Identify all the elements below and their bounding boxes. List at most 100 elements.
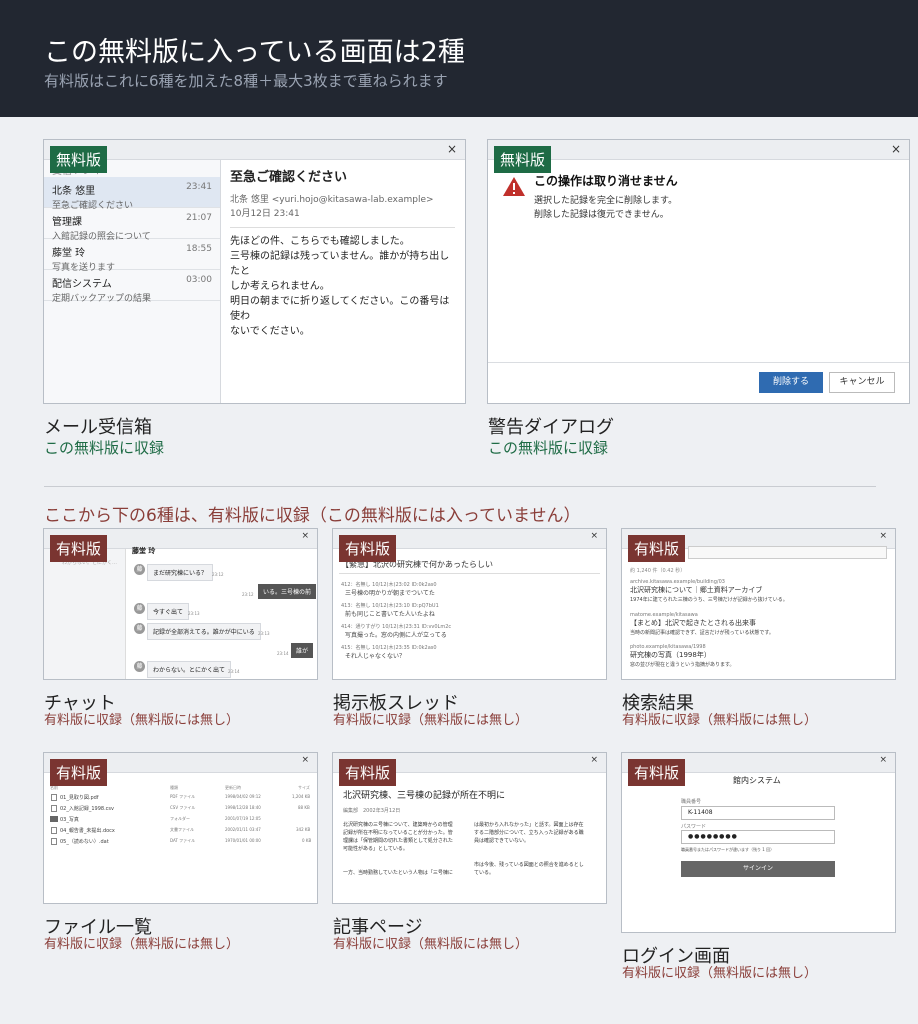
result-title[interactable]: 研究棟の写真（1998年） (630, 650, 711, 660)
card-title: メール受信箱 (44, 417, 152, 438)
close-icon[interactable]: × (879, 755, 887, 765)
file-date: 2002/01/11 03:47 (225, 827, 261, 832)
mail-list-item[interactable]: 北条 悠里 23:41 至急ご確認ください (44, 177, 220, 211)
mail-body-line: ないでください。 (230, 326, 310, 337)
divider (339, 573, 600, 574)
file-type: フォルダー (170, 816, 190, 821)
result-title[interactable]: 北沢研究棟について｜郷土資料アーカイブ (630, 585, 762, 595)
free-badge: 無料版 (494, 146, 552, 173)
mail-body-line: 明日の朝までに折り返してください。この番号は使わ (230, 296, 450, 322)
paid-badge: 有料版 (339, 535, 397, 562)
message-time: 23:12 (212, 572, 224, 577)
chat-sidebar: わからない。とにかく… (44, 549, 126, 679)
close-icon[interactable]: × (879, 531, 887, 541)
file-type: DAT ファイル (170, 838, 196, 843)
cancel-button[interactable]: キャンセル (829, 372, 895, 393)
chat-message: 今すぐ出て (147, 603, 190, 620)
mail-list-item[interactable]: 管理課 21:07 入館記録の照会について (44, 208, 220, 242)
column-header: 更新日時 (225, 785, 241, 790)
paid-badge: 有料版 (50, 535, 108, 562)
close-icon[interactable]: × (447, 142, 457, 156)
chat-message: わからない。とにかく出て (147, 661, 232, 678)
mail-time: 18:55 (186, 244, 212, 254)
mail-time: 21:07 (186, 213, 212, 223)
article-line (474, 845, 602, 853)
warning-dialog-card: × 無料版 この操作は取り消せません 選択した記録を完全に削除します。 削除した… (487, 139, 910, 404)
article-line: する二階部分について、立ち入った記録がある職 (474, 830, 584, 836)
paid-badge: 有料版 (339, 759, 397, 786)
chat-card: × 有料版 わからない。とにかく… 藤堂 玲 藤 まだ研究棟にいる？ 23:12… (43, 528, 318, 680)
file-name[interactable]: 01_見取り図.pdf (60, 794, 99, 801)
mail-list-item[interactable]: 藤堂 玲 18:55 写真を送ります (44, 239, 220, 273)
login-screen-card: × 有料版 館内システム 職員番号 K-11408 パスワード ●●●●●●●●… (621, 752, 896, 933)
page-header: この無料版に入っている画面は2種 有料版はこれに6種を加えた8種＋最大3枚まで重… (0, 0, 918, 117)
file-date: 1998/04/02 09:12 (225, 794, 261, 799)
divider (230, 227, 455, 228)
avatar: 藤 (134, 564, 145, 575)
file-date: 1998/12/28 18:40 (225, 805, 261, 810)
file-list-card: × 有料版 名前 種類 更新日時 サイズ 01_見取り図.pdf PDF ファイ… (43, 752, 318, 904)
article-line: ている。 (474, 870, 495, 876)
file-name[interactable]: 05_（読めない）.dat (60, 838, 109, 845)
search-results-card: × 有料版 約 1,240 件（0.42 秒） archive.kitasawa… (621, 528, 896, 680)
card-note: 有料版に収録（無料版には無し） (622, 966, 818, 981)
close-icon[interactable]: × (301, 755, 309, 765)
search-input[interactable] (688, 546, 887, 559)
file-size: 88 KB (298, 805, 310, 810)
article-meta: 編集部 2002年3月12日 (343, 808, 401, 814)
mail-body-line: 三号棟の記録は残っていません。誰かが持ち出したと (230, 251, 450, 277)
warning-icon (503, 177, 525, 196)
password-label: パスワード (681, 824, 707, 830)
post-header: 415：名無し 10/12(木)23:35 ID:0k2as0 (341, 645, 437, 651)
file-name[interactable]: 04_報告書_未提出.docx (60, 827, 115, 834)
mail-subject: 定期バックアップの結果 (52, 294, 152, 304)
card-note: 有料版に収録（無料版には無し） (44, 937, 240, 952)
message-time: 23:13 (188, 611, 200, 616)
post-body: 前も同じこと書いてた人いたよね (345, 611, 435, 618)
article-column-left: 北沢研究棟の三号棟について、建築時からの管理 記録が所在不明になっていることが分… (343, 821, 468, 877)
mail-body-title: 至急ご確認ください (230, 170, 348, 185)
file-size: 342 KB (296, 827, 311, 832)
file-icon (51, 838, 57, 845)
article-line: 記録が所在不明になっていることが分かった。管 (343, 830, 453, 836)
close-icon[interactable]: × (590, 531, 598, 541)
mail-time: 23:41 (186, 182, 212, 192)
chat-message: 誰が (291, 643, 314, 658)
result-title[interactable]: 【まとめ】北沢で起きたとされる出来事 (630, 618, 756, 628)
post-body: 三号棟の明かりが朝までついてた (345, 590, 435, 597)
card-note: 有料版に収録（無料版には無し） (44, 713, 240, 728)
post-body: 写真撮った。窓の内側に人が立ってる (345, 632, 447, 639)
article-line: 北沢研究棟の三号棟について、建築時からの管理 (343, 822, 453, 828)
close-icon[interactable]: × (590, 755, 598, 765)
password-input[interactable]: ●●●●●●●● (681, 830, 835, 844)
article-line: 一方、当時勤務していたという人物は「三号棟に (343, 870, 453, 876)
close-icon[interactable]: × (301, 531, 309, 541)
card-note: 有料版に収録（無料版には無し） (333, 937, 529, 952)
file-type: CSV ファイル (170, 805, 196, 810)
page-title: この無料版に入っている画面は2種 (44, 37, 465, 68)
result-desc: 窓の並びが現在と違うという指摘があります。 (630, 662, 735, 668)
article-page-card: × 有料版 北沢研究棟、三号棟の記録が所在不明に 編集部 2002年3月12日 … (332, 752, 607, 904)
close-icon[interactable]: × (891, 142, 901, 156)
staff-id-input[interactable]: K-11408 (681, 806, 835, 820)
card-title: 警告ダイアログ (488, 417, 614, 438)
mail-body-line: 先ほどの件、こちらでも確認しました。 (230, 236, 410, 247)
mail-reading-pane: 至急ご確認ください 北条 悠里 <yuri.hojo@kitasawa-lab.… (230, 166, 455, 339)
mail-body-line: しか考えられません。 (230, 281, 330, 292)
login-title: 館内システム (733, 776, 781, 785)
article-line: 員は確認できていない。 (474, 838, 530, 844)
delete-button[interactable]: 削除する (759, 372, 823, 393)
section-note: ここから下の6種は、有料版に収録（この無料版には入っていません） (44, 506, 581, 526)
folder-icon (50, 816, 58, 822)
paid-badge: 有料版 (50, 759, 108, 786)
chat-message: いる。三号棟の前 (258, 584, 317, 599)
avatar: 藤 (134, 623, 145, 634)
dialog-message: 選択した記録を完全に削除します。 (534, 196, 678, 206)
signin-button[interactable]: サインイン (681, 861, 835, 877)
message-time: 23:13 (258, 631, 270, 636)
message-time: 23:14 (277, 651, 289, 656)
file-name[interactable]: 02_入館記録_1998.csv (60, 805, 114, 812)
chat-message: まだ研究棟にいる？ (147, 564, 214, 581)
file-name[interactable]: 03_写真 (60, 816, 79, 823)
mail-list-item[interactable]: 配信システム 03:00 定期バックアップの結果 (44, 270, 220, 304)
